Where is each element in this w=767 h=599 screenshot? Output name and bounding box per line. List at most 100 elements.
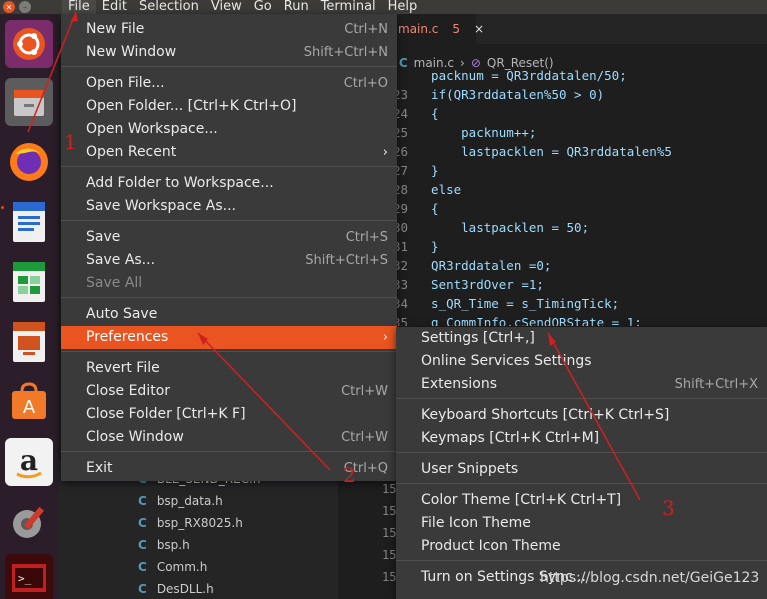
menu-item-label: Exit xyxy=(86,460,113,476)
menu-separator xyxy=(61,166,397,167)
code-text: else xyxy=(416,182,462,197)
code-line: 25 packnum++; xyxy=(388,123,536,142)
code-text: QR3rddatalen =0; xyxy=(416,258,552,273)
explorer-file-item[interactable]: Cbsp_data.h xyxy=(138,490,223,512)
submenu-arrow-icon: › xyxy=(382,330,388,345)
menu-item-label: User Snippets xyxy=(421,461,519,477)
menu-run[interactable]: Run xyxy=(278,0,315,14)
svg-text:A: A xyxy=(23,397,36,418)
menu-item-open-file[interactable]: Open File... Ctrl+O xyxy=(61,72,397,95)
menu-item-save-all: Save All xyxy=(61,272,397,295)
amazon-icon[interactable]: a xyxy=(5,438,53,486)
menu-terminal[interactable]: Terminal xyxy=(315,0,382,14)
submenu-item-keyboard-shortcuts[interactable]: Keyboard Shortcuts [Ctrl+K Ctrl+S] xyxy=(396,404,767,427)
menu-item-label: Keyboard Shortcuts [Ctrl+K Ctrl+S] xyxy=(421,407,670,423)
ubuntu-logo-icon[interactable] xyxy=(5,20,53,68)
menu-edit[interactable]: Edit xyxy=(96,0,133,14)
menu-item-label: Open Recent xyxy=(86,144,177,160)
submenu-item-file-icon-theme[interactable]: File Icon Theme xyxy=(396,512,767,535)
menu-item-save-workspace-as[interactable]: Save Workspace As... xyxy=(61,195,397,218)
menu-item-label: New File xyxy=(86,21,145,37)
menu-separator xyxy=(396,560,767,561)
code-text: { xyxy=(416,106,439,121)
explorer-file-item[interactable]: C DesDLL.h xyxy=(138,578,214,599)
menu-separator xyxy=(61,220,397,221)
file-name: Comm.h xyxy=(156,560,208,574)
code-text: packnum = QR3rddatalen/50; xyxy=(416,68,627,83)
close-window-icon[interactable]: ✕ xyxy=(3,1,15,13)
menu-item-save[interactable]: Save Ctrl+S xyxy=(61,226,397,249)
menu-item-save-as[interactable]: Save As... Shift+Ctrl+S xyxy=(61,249,397,272)
menu-item-label: Save Workspace As... xyxy=(86,198,237,214)
c-file-icon: C xyxy=(138,516,147,530)
menu-item-label: Extensions xyxy=(421,376,498,392)
menu-view[interactable]: View xyxy=(205,0,248,14)
menu-item-shortcut: Shift+Ctrl+N xyxy=(303,45,388,60)
submenu-item-user-snippets[interactable]: User Snippets xyxy=(396,458,767,481)
menu-item-shortcut: Ctrl+S xyxy=(345,230,388,245)
menu-item-open-recent[interactable]: Open Recent › xyxy=(61,141,397,164)
explorer-file-item[interactable]: Cbsp.h xyxy=(138,534,190,556)
submenu-item-online-services-settings[interactable]: Online Services Settings xyxy=(396,350,767,373)
line-number: 15 xyxy=(382,504,397,518)
submenu-item-product-icon-theme[interactable]: Product Icon Theme xyxy=(396,535,767,558)
menu-file[interactable]: File xyxy=(62,0,96,14)
tab-main-c[interactable]: main.c 5 × xyxy=(396,14,484,44)
submenu-item-keymaps[interactable]: Keymaps [Ctrl+K Ctrl+M] xyxy=(396,427,767,450)
code-text: } xyxy=(416,239,439,254)
menu-separator xyxy=(396,452,767,453)
writer-icon[interactable] xyxy=(5,198,53,246)
menu-selection[interactable]: Selection xyxy=(133,0,205,14)
menu-item-close-editor[interactable]: Close Editor Ctrl+W xyxy=(61,380,397,403)
code-editor[interactable]: packnum = QR3rddatalen/50; 23 if(QR3rddat… xyxy=(388,66,767,326)
files-icon[interactable] xyxy=(5,78,53,126)
menu-help[interactable]: Help xyxy=(382,0,424,14)
menu-item-close-folder[interactable]: Close Folder [Ctrl+K F] xyxy=(61,403,397,426)
menu-item-label: Product Icon Theme xyxy=(421,538,561,554)
menu-item-shortcut: Shift+Ctrl+S xyxy=(305,253,388,268)
menu-item-label: Revert File xyxy=(86,360,160,376)
impress-icon[interactable] xyxy=(5,318,53,366)
menu-item-new-window[interactable]: New Window Shift+Ctrl+N xyxy=(61,41,397,64)
minimize-window-icon[interactable]: – xyxy=(19,1,31,13)
submenu-item-color-theme[interactable]: Color Theme [Ctrl+K Ctrl+T] xyxy=(396,489,767,512)
submenu-item-settings[interactable]: Settings [Ctrl+,] xyxy=(396,327,767,350)
submenu-item-extensions[interactable]: Extensions Shift+Ctrl+X xyxy=(396,373,767,396)
code-line: 34 s_QR_Time = s_TimingTick; xyxy=(388,294,619,313)
c-file-icon: C xyxy=(138,538,147,552)
menu-item-shortcut: Ctrl+N xyxy=(344,22,388,37)
explorer-file-item[interactable]: C Comm.h xyxy=(138,556,207,578)
menu-item-label: Save All xyxy=(86,275,143,291)
menu-item-label: Open Folder... [Ctrl+K Ctrl+O] xyxy=(86,98,297,114)
close-tab-icon[interactable]: × xyxy=(474,22,484,36)
explorer-file-item[interactable]: Cbsp_RX8025.h xyxy=(138,512,243,534)
calc-icon[interactable] xyxy=(5,258,53,306)
software-center-icon[interactable]: A xyxy=(5,378,53,426)
menu-item-open-workspace[interactable]: Open Workspace... xyxy=(61,118,397,141)
file-name: bsp_RX8025.h xyxy=(156,516,243,530)
file-name: DesDLL.h xyxy=(156,582,214,596)
watermark: https://blog.csdn.net/GeiGe123 xyxy=(540,570,760,586)
settings-icon[interactable] xyxy=(5,498,53,546)
menu-go[interactable]: Go xyxy=(248,0,278,14)
code-text: Sent3rdOver =1; xyxy=(416,277,544,292)
menu-item-label: Auto Save xyxy=(86,306,158,322)
menu-item-close-window[interactable]: Close Window Ctrl+W xyxy=(61,426,397,449)
menu-item-auto-save[interactable]: Auto Save xyxy=(61,303,397,326)
preferences-submenu: Settings [Ctrl+,] Online Services Setting… xyxy=(396,327,767,599)
terminal-icon[interactable]: >_ xyxy=(5,554,53,599)
menu-separator xyxy=(61,66,397,67)
annotation-label-3: 3 xyxy=(662,496,675,520)
firefox-icon[interactable] xyxy=(5,138,53,186)
menu-item-open-folder[interactable]: Open Folder... [Ctrl+K Ctrl+O] xyxy=(61,95,397,118)
code-line: 26 lastpacklen = QR3rddatalen%5 xyxy=(388,142,672,161)
menu-item-new-file[interactable]: New File Ctrl+N xyxy=(61,18,397,41)
file-name: bsp.h xyxy=(156,538,190,552)
code-text: s_QR_Time = s_TimingTick; xyxy=(416,296,620,311)
menu-item-revert-file[interactable]: Revert File xyxy=(61,357,397,380)
menu-item-label: Close Editor xyxy=(86,383,171,399)
file-name: bsp_data.h xyxy=(156,494,223,508)
menu-item-add-folder-to-workspace[interactable]: Add Folder to Workspace... xyxy=(61,172,397,195)
menu-item-preferences[interactable]: Preferences › xyxy=(61,326,397,349)
code-text: } xyxy=(416,163,439,178)
